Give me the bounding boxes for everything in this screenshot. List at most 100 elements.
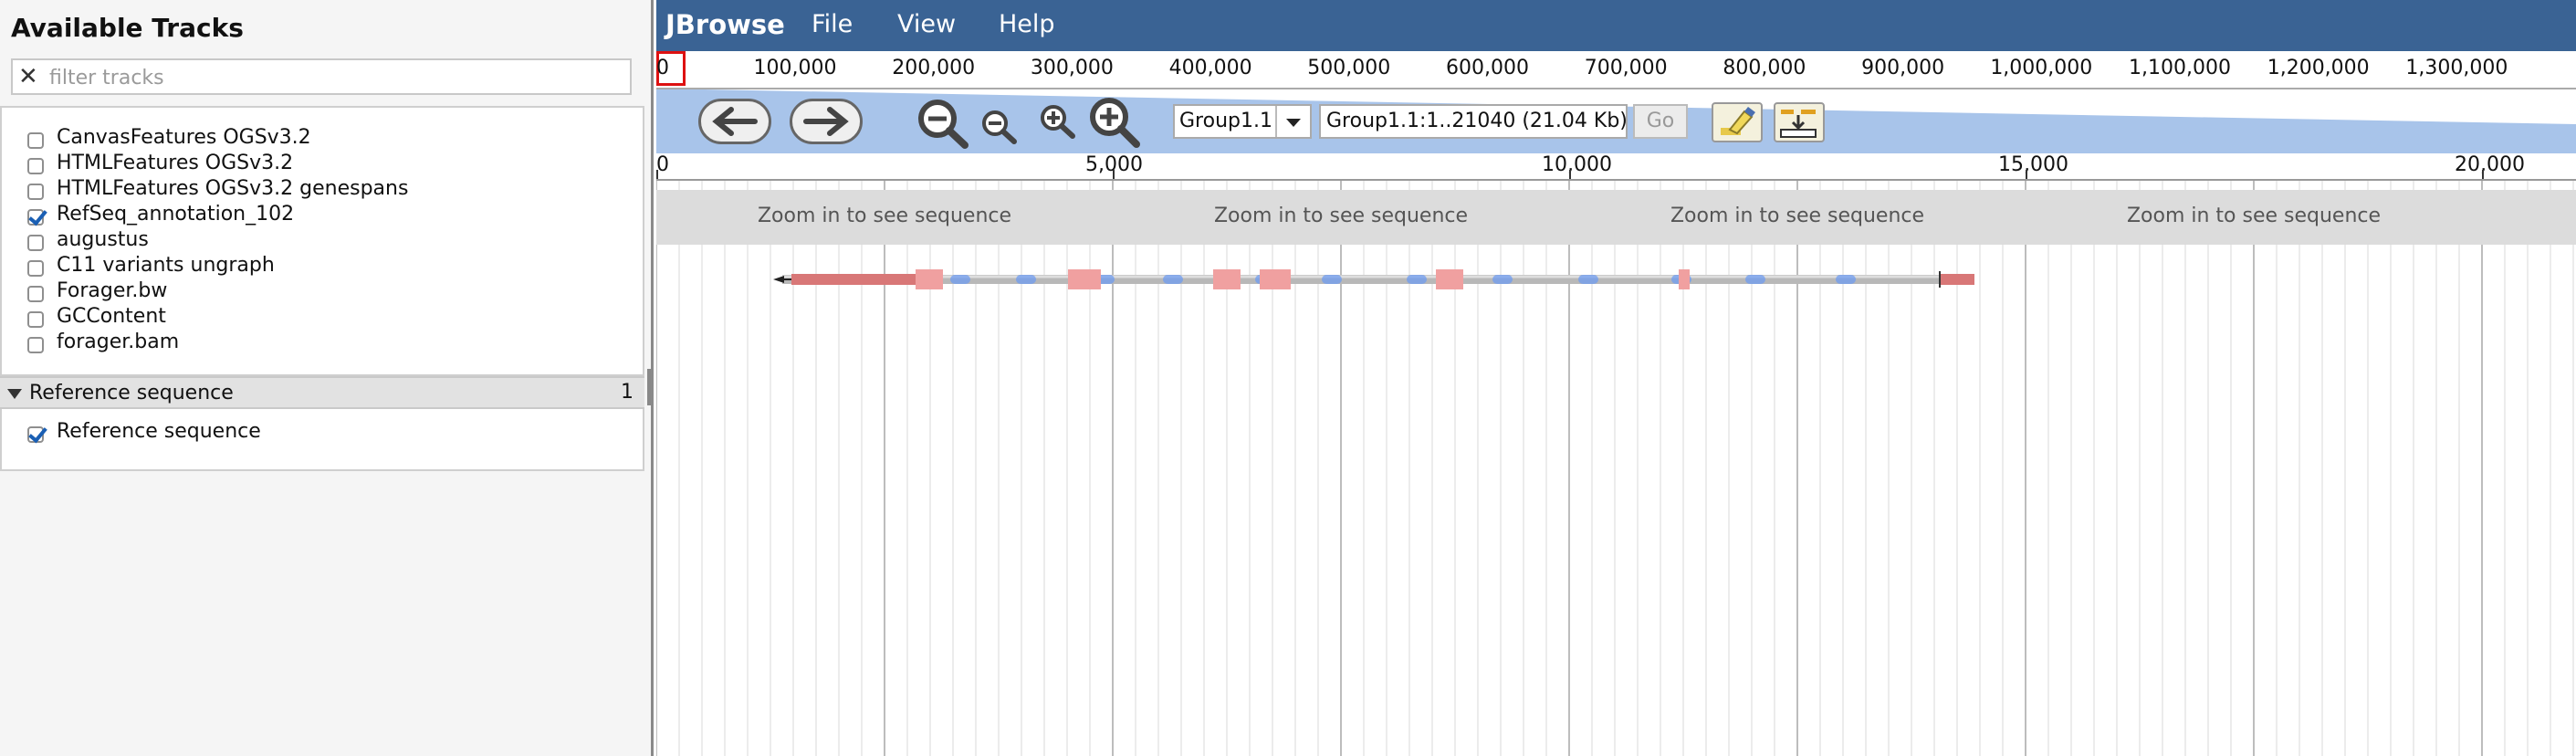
track-checkbox[interactable] — [27, 337, 44, 353]
zoom-in-message: Zoom in to see sequence — [1213, 205, 1469, 227]
zoom-in-message: Zoom in to see sequence — [1670, 205, 1925, 227]
intron-strand-marker — [1578, 275, 1598, 284]
pan-right-button[interactable] — [790, 99, 863, 144]
track-checkbox[interactable] — [27, 260, 44, 277]
location-input[interactable]: Group1.1:1..21040 (21.04 Kb) — [1319, 104, 1628, 139]
track-checkbox[interactable] — [27, 132, 44, 149]
refseq-annotation-track[interactable] — [656, 245, 2576, 299]
scale-tick-mark — [656, 170, 658, 179]
overview-ruler[interactable]: 0 100,000 200,000 300,000 400,000 500,000 600… — [656, 51, 2576, 89]
navigation-box: Group1.1 Group1.1:1..21040 (21.04 Kb) Go — [656, 89, 2576, 153]
exon-block — [1213, 269, 1241, 289]
track-label: GCContent — [57, 304, 166, 328]
zoom-out-more-icon[interactable] — [916, 97, 970, 150]
overview-tick-label: 0 — [656, 57, 669, 79]
track-checkbox[interactable] — [27, 286, 44, 302]
zoom-in-icon[interactable] — [1038, 102, 1078, 142]
scale-tick-label: 15,000 — [1998, 153, 2068, 176]
track-item[interactable]: HTMLFeatures OGSv3.2 — [27, 150, 293, 175]
scale-tick-mark — [2482, 170, 2484, 179]
menu-file[interactable]: File — [812, 10, 853, 38]
overview-tick-label: 1,000,000 — [1990, 57, 2093, 79]
category-label: Reference sequence — [29, 382, 234, 404]
track-checkbox[interactable] — [27, 235, 44, 251]
highlight-button[interactable] — [1712, 102, 1763, 142]
zoom-out-icon[interactable] — [979, 108, 1020, 146]
track-checkbox[interactable] — [27, 209, 44, 226]
show-tracks-button[interactable] — [1774, 102, 1825, 142]
track-item[interactable]: RefSeq_annotation_102 — [27, 201, 294, 226]
utr-segment — [1940, 274, 1974, 285]
intron-strand-marker — [1163, 275, 1183, 284]
exon-block — [1436, 269, 1463, 289]
track-checkbox[interactable] — [27, 426, 44, 443]
overview-tick-label: 700,000 — [1584, 57, 1668, 79]
pane-splitter-handle[interactable] — [647, 369, 651, 405]
track-item[interactable]: GCContent — [27, 303, 166, 329]
track-item[interactable]: C11 variants ungraph — [27, 252, 275, 278]
arrow-left-icon — [712, 107, 758, 136]
overview-tick-label: 200,000 — [892, 57, 976, 79]
overview-tick-label: 600,000 — [1446, 57, 1529, 79]
overview-tick-label: 400,000 — [1168, 57, 1252, 79]
track-checkbox[interactable] — [27, 311, 44, 328]
filter-tracks-box[interactable]: ✕ — [11, 58, 632, 95]
scale-tick-mark — [2026, 170, 2027, 179]
track-item[interactable]: CanvasFeatures OGSv3.2 — [27, 124, 311, 150]
refseq-selected-value: Group1.1 — [1179, 110, 1272, 132]
collapse-triangle-icon[interactable] — [7, 389, 22, 399]
intron-strand-marker — [1322, 275, 1342, 284]
track-label: RefSeq_annotation_102 — [57, 202, 295, 226]
intron-strand-marker — [1492, 275, 1513, 284]
track-label: augustus — [57, 227, 149, 251]
track-item[interactable]: forager.bam — [27, 329, 179, 354]
track-checkbox[interactable] — [27, 158, 44, 174]
pan-left-button[interactable] — [698, 99, 771, 144]
track-item-reference-sequence[interactable]: Reference sequence — [27, 418, 261, 444]
zoom-in-message: Zoom in to see sequence — [757, 205, 1012, 227]
overview-tick-label: 800,000 — [1723, 57, 1806, 79]
intron-strand-marker — [1745, 275, 1765, 284]
reference-sequence-select[interactable]: Group1.1 — [1173, 104, 1312, 139]
reference-sequence-track: Zoom in to see sequence Zoom in to see se… — [656, 190, 2576, 245]
track-label: HTMLFeatures OGSv3.2 genespans — [57, 176, 409, 200]
track-item[interactable]: Forager.bw — [27, 278, 167, 303]
track-list: CanvasFeatures OGSv3.2 HTMLFeatures OGSv3… — [0, 106, 644, 376]
category-track-list: Reference sequence — [0, 409, 644, 471]
scale-tick-mark — [1113, 170, 1115, 179]
menu-help[interactable]: Help — [999, 10, 1055, 38]
zoom-in-more-icon[interactable] — [1087, 95, 1142, 150]
chevron-down-icon[interactable] — [1275, 106, 1310, 137]
arrow-right-icon — [803, 107, 849, 136]
intron-strand-marker — [950, 275, 970, 284]
category-header-reference-sequence[interactable]: Reference sequence 1 — [0, 376, 644, 409]
app-logo[interactable]: JBrowse — [665, 9, 785, 40]
track-selector-pane: Available Tracks ✕ CanvasFeatures OGSv3.… — [0, 0, 654, 756]
category-count: 1 — [621, 381, 634, 404]
track-checkbox[interactable] — [27, 184, 44, 200]
track-label: C11 variants ungraph — [57, 253, 275, 277]
clear-filter-icon[interactable]: ✕ — [18, 64, 38, 89]
scale-tick-label: 20,000 — [2455, 153, 2525, 176]
exon-block — [1068, 269, 1101, 289]
track-label: CanvasFeatures OGSv3.2 — [57, 125, 311, 149]
exon-block — [1679, 269, 1690, 289]
go-button[interactable]: Go — [1633, 104, 1688, 139]
scale-bar: 0 5,000 10,000 15,000 20,000 — [656, 153, 2576, 181]
track-item[interactable]: augustus — [27, 226, 149, 252]
zoom-in-message: Zoom in to see sequence — [2126, 205, 2382, 227]
scale-tick-label: 0 — [656, 153, 669, 176]
track-layout-icon — [1780, 110, 1817, 138]
overview-tick-label: 1,300,000 — [2405, 57, 2508, 79]
overview-tick-label: 900,000 — [1861, 57, 1945, 79]
track-label: forager.bam — [57, 330, 180, 353]
track-label: Reference sequence — [57, 419, 261, 443]
exon-block — [916, 269, 943, 289]
track-label: HTMLFeatures OGSv3.2 — [57, 151, 294, 174]
genome-detail-view[interactable]: 0 5,000 10,000 15,000 20,000 Zoom in to see … — [656, 153, 2576, 756]
track-item[interactable]: HTMLFeatures OGSv3.2 genespans — [27, 175, 408, 201]
utr-segment — [791, 274, 916, 285]
filter-tracks-input[interactable] — [47, 64, 617, 91]
menu-view[interactable]: View — [897, 10, 956, 38]
highlighter-icon — [1721, 107, 1755, 135]
